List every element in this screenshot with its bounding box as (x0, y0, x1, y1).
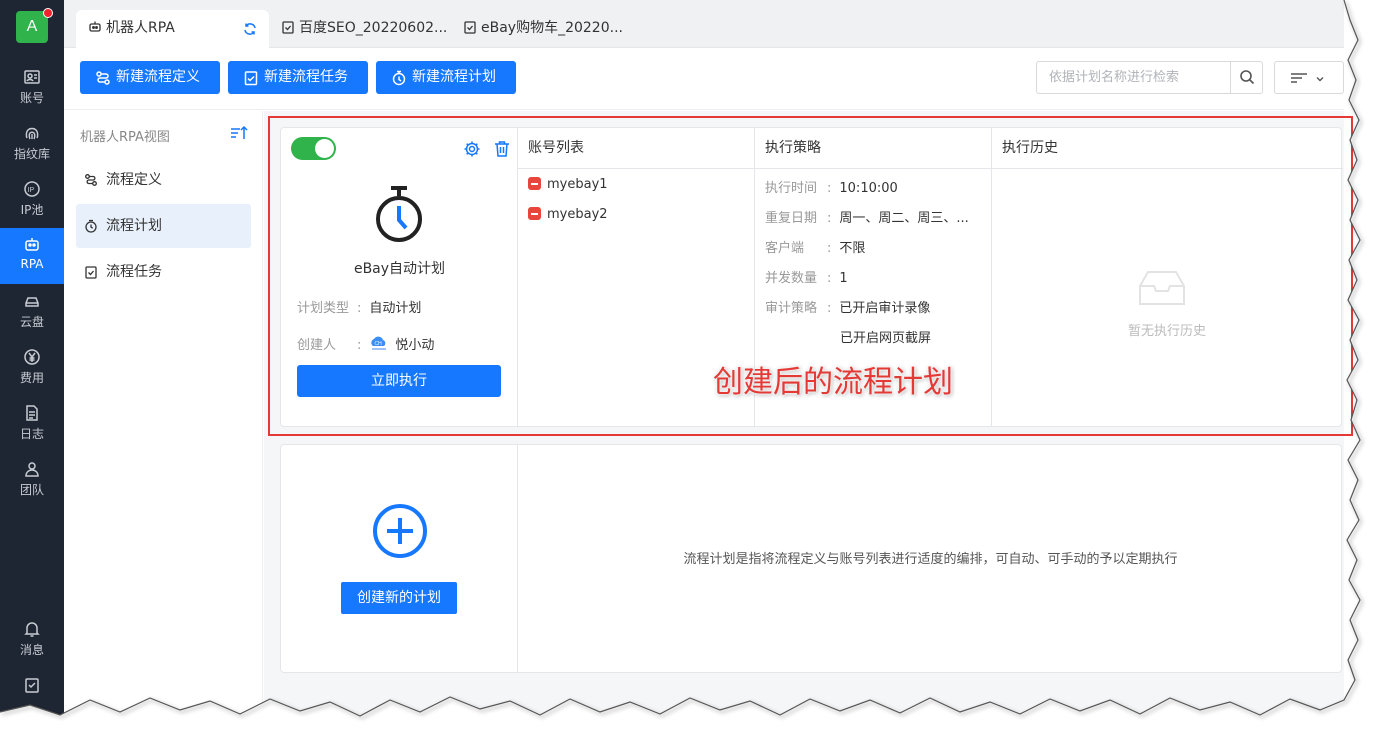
button-label: 新建流程任务 (264, 69, 348, 85)
nav-item-team[interactable]: 团队 (0, 452, 64, 508)
cloud-drive-icon (25, 297, 39, 307)
search-icon (1240, 70, 1255, 85)
nav-label: 日志 (19, 427, 44, 441)
flow-icon (85, 174, 97, 186)
nav-label: 账号 (19, 91, 44, 105)
chevron-down-icon (1316, 77, 1324, 82)
nav-item-billing[interactable]: 费用 (0, 340, 64, 396)
create-plan-button[interactable]: 创建新的计划 (341, 582, 457, 614)
annotation-label: 创建后的流程计划 (713, 365, 953, 400)
sort-dropdown[interactable] (1274, 61, 1344, 94)
sidebar-item-flow-task[interactable]: 流程任务 (76, 250, 251, 294)
nav-item-fingerprint[interactable]: 指纹库 (0, 116, 64, 172)
sidebar-item-flow-plan[interactable]: 流程计划 (76, 204, 251, 248)
team-icon (25, 462, 39, 477)
task-icon (85, 266, 97, 279)
tab-label: eBay购物车_20220... (481, 20, 623, 36)
nav-item-log[interactable]: 日志 (0, 396, 64, 452)
timer-icon (85, 219, 97, 233)
plus-circle-icon[interactable] (372, 503, 428, 559)
refresh-icon[interactable] (243, 22, 257, 36)
task-icon (25, 678, 39, 693)
new-definition-button[interactable]: 新建流程定义 (80, 61, 220, 94)
log-icon (26, 405, 38, 421)
tab-label: 机器人RPA (106, 20, 175, 36)
yuan-icon (24, 349, 40, 365)
fingerprint-icon (25, 127, 39, 140)
sidebar-item-label: 流程计划 (106, 218, 162, 234)
flow-icon (96, 71, 110, 85)
new-plan-card: 创建新的计划 流程计划是指将流程定义与账号列表进行适度的编排，可自动、可手动的予… (280, 444, 1342, 673)
ip-icon: IP (24, 181, 40, 197)
toolbar: 新建流程定义 新建流程任务 新建流程计划 (64, 48, 1344, 110)
sort-order-icon[interactable] (230, 125, 248, 141)
tab-label: 百度SEO_20220602... (299, 20, 448, 36)
left-nav: A 账号 指纹库 IP IP池 RPA 云盘 费用 日志 团队 消息 (0, 0, 64, 737)
nav-label: 团队 (19, 483, 44, 497)
sidebar-item-label: 流程定义 (106, 172, 162, 188)
robot-icon (89, 21, 101, 32)
button-label: 新建流程定义 (116, 69, 200, 85)
svg-text:IP: IP (28, 187, 35, 194)
sidebar-item-flow-definition[interactable]: 流程定义 (76, 158, 251, 202)
nav-label: 云盘 (19, 315, 44, 329)
tab-robot-rpa[interactable]: 机器人RPA (76, 10, 269, 48)
tab-ebay-cart[interactable]: eBay购物车_20220... (451, 10, 633, 48)
nav-item-cloud-drive[interactable]: 云盘 (0, 284, 64, 340)
nav-label: 消息 (19, 643, 44, 657)
nav-label: IP池 (20, 203, 44, 217)
account-icon (24, 70, 40, 84)
nav-label: 费用 (19, 371, 44, 385)
task-icon (282, 21, 294, 34)
timer-icon (392, 70, 406, 86)
notification-dot (43, 8, 53, 18)
rpa-sidebar: 机器人RPA视图 流程定义 流程计划 流程任务 (64, 111, 263, 737)
sort-icon (1291, 73, 1307, 83)
sidebar-item-label: 流程任务 (106, 264, 162, 280)
new-plan-button[interactable]: 新建流程计划 (376, 61, 516, 94)
nav-item-messages[interactable]: 消息 (0, 612, 64, 668)
search-button[interactable] (1230, 62, 1262, 93)
new-plan-panel: 创建新的计划 (281, 445, 518, 672)
nav-label: RPA (20, 257, 44, 271)
sidebar-title: 机器人RPA视图 (80, 130, 170, 145)
nav-item-tasks[interactable] (0, 668, 64, 724)
tab-bar: 机器人RPA 百度SEO_20220602... eBay购物车_20220..… (64, 0, 1344, 48)
task-icon (244, 71, 258, 86)
tab-baidu-seo[interactable]: 百度SEO_20220602... (269, 10, 451, 48)
search-input[interactable] (1037, 62, 1227, 93)
nav-label: 指纹库 (13, 147, 50, 161)
nav-item-ip-pool[interactable]: IP IP池 (0, 172, 64, 228)
bell-icon (24, 622, 40, 637)
nav-item-account[interactable]: 账号 (0, 60, 64, 116)
plan-description: 流程计划是指将流程定义与账号列表进行适度的编排，可自动、可手动的予以定期执行 (683, 552, 1178, 567)
search-box (1036, 61, 1263, 94)
button-label: 新建流程计划 (412, 69, 496, 85)
nav-item-rpa[interactable]: RPA (0, 228, 64, 284)
robot-icon (25, 238, 39, 251)
task-icon (464, 21, 476, 34)
new-task-button[interactable]: 新建流程任务 (228, 61, 368, 94)
